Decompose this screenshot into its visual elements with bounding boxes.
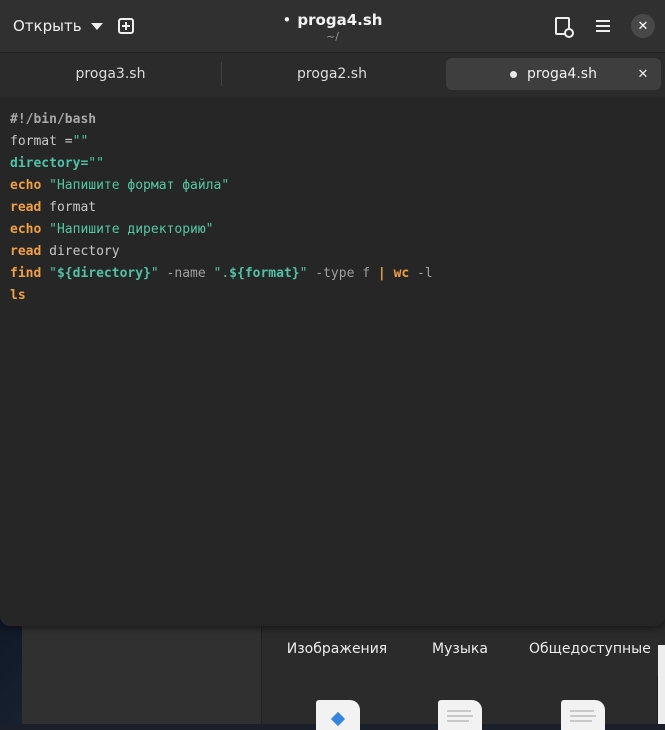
new-tab-button[interactable] [109,9,143,43]
code-token-op: -type f [307,266,378,281]
tab-label: proga3.sh [75,66,146,82]
code-token-str: ". [213,266,230,281]
text-file-icon[interactable] [438,700,482,730]
hamburger-menu-icon [596,20,610,32]
text-line [447,720,469,722]
code-token-kw: echo [10,178,42,193]
code-token-str: "Напишите формат файла" [49,178,230,193]
modified-indicator: • [282,11,292,29]
text-line [447,715,473,717]
header-bar: Открыть • proga4.sh ~/ ✕ [0,0,665,53]
code-token-kw: | [377,266,386,281]
code-token-plain: format [41,200,97,215]
tab-label: proga2.sh [297,66,367,82]
text-line [570,720,592,722]
text-line [447,710,471,712]
main-menu-button[interactable] [586,9,620,43]
code-view[interactable]: #!/bin/bash format ="" directory="" echo "Н… [10,109,655,307]
new-tab-icon [118,18,134,34]
code-line[interactable]: directory="" [10,153,655,175]
text-line [570,715,596,717]
code-token-kw: wc [393,266,410,281]
code-line[interactable]: echo "Напишите директорию" [10,219,655,241]
code-line[interactable]: echo "Напишите формат файла" [10,175,655,197]
code-token-var: ${format} [229,266,300,281]
close-window-button[interactable]: ✕ [631,14,655,38]
code-token-str: "Напишите директорию" [49,222,214,237]
document-title-text: proga4.sh [297,11,383,29]
close-icon: ✕ [637,18,649,34]
code-line[interactable]: find "${directory}" -name ".${format}" -… [10,263,655,285]
code-token-plain: format = [10,134,73,149]
open-button[interactable]: Открыть [4,9,112,43]
tab-proga4[interactable]: proga4.sh ✕ [446,58,661,90]
document-path: ~/ [326,30,339,43]
close-tab-icon[interactable]: ✕ [633,64,653,84]
open-button-label: Открыть [13,17,82,35]
code-line[interactable]: read format [10,197,655,219]
folder-label: Изображения [286,641,388,657]
code-line[interactable]: #!/bin/bash [10,109,655,131]
tab-proga2[interactable]: proga2.sh [222,58,442,90]
modified-dot-icon [510,70,518,78]
code-token-str: " [49,266,57,281]
folder-label: Музыка [432,641,488,657]
text-line [570,710,594,712]
folder-label: Общедоступные [529,641,651,657]
window-title: • proga4.sh ~/ [200,10,465,44]
find-button[interactable] [545,9,579,43]
text-editor-window: Открыть • proga4.sh ~/ ✕ proga3.sh proga2… [0,0,665,626]
script-file-icon[interactable] [316,700,360,730]
code-token-kw: ls [10,288,26,303]
tab-proga3[interactable]: proga3.sh [0,58,221,90]
code-token-var: directory= [10,156,89,171]
code-line[interactable]: read directory [10,241,655,263]
code-token-str: "" [72,134,89,149]
code-token-str: "" [88,156,104,171]
code-token-var: ${directory} [56,266,151,281]
code-token-kw: read [10,244,42,259]
document-title: • proga4.sh [200,10,465,30]
code-line[interactable]: ls [10,285,655,307]
code-token-op: -name [158,266,214,281]
code-line[interactable]: format ="" [10,131,655,153]
code-token-str: " [150,266,159,281]
code-token-kw: find [10,266,42,281]
chevron-down-icon [90,22,103,30]
code-token-op: -l [409,266,433,281]
text-file-icon[interactable] [561,700,605,730]
code-token-plain: directory [41,244,120,259]
code-token-shebang: #!/bin/bash [10,112,97,127]
code-token-kw: echo [10,222,42,237]
tab-bar: proga3.sh proga2.sh proga4.sh ✕ [0,53,665,97]
window-edge [658,645,665,724]
tab-label: proga4.sh [527,66,597,82]
code-token-kw: read [10,200,42,215]
document-search-icon [554,17,574,38]
